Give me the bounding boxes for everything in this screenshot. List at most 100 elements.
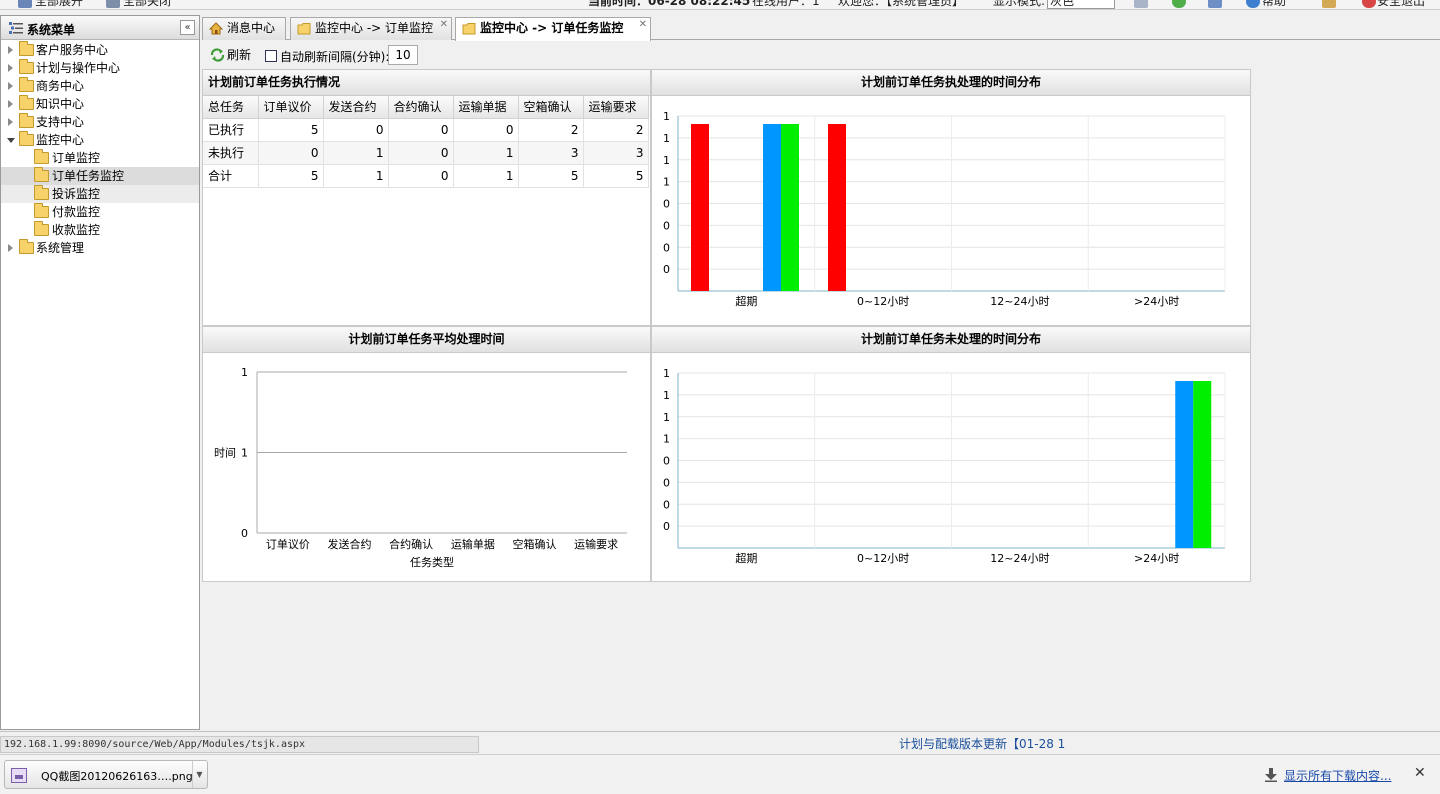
- table-cell: 5: [518, 164, 584, 188]
- tab-order-task-monitor[interactable]: 监控中心 -> 订单任务监控 ✕: [455, 17, 651, 41]
- top-toolbar: 全部展开 全部关闭 当前时间：06-28 08:22:45 在线用户：1 欢迎您…: [0, 0, 1440, 10]
- sidebar-item-system-admin[interactable]: 系统管理: [1, 239, 199, 257]
- x-tick-label: 12~24小时: [990, 552, 1049, 565]
- column-header: 合约确认: [388, 96, 454, 119]
- display-mode-select[interactable]: 灰色: [1047, 0, 1115, 9]
- folder-icon: [19, 95, 34, 110]
- y-tick-label: 1: [663, 132, 670, 145]
- folder-icon: [34, 149, 49, 164]
- sidebar-item-customer-service[interactable]: 客户服务中心: [1, 41, 199, 59]
- sidebar-item-planning[interactable]: 计划与操作中心: [1, 59, 199, 77]
- sidebar-item-label: 支持中心: [36, 115, 85, 129]
- processed-distribution-chart: 1 1 1 1 0 0 0 0 超期 0~12小时 12~24小时 >24小时: [663, 110, 1226, 308]
- bar: [763, 124, 781, 291]
- table-cell: 2: [518, 118, 584, 142]
- expand-arrow-icon[interactable]: [8, 82, 13, 90]
- favorite-icon[interactable]: [1134, 0, 1148, 8]
- download-filename: QQ截图20120626163….png: [41, 770, 193, 783]
- column-header: 发送合约: [323, 96, 389, 119]
- bar: [1175, 381, 1194, 548]
- y-axis-title: 时间: [214, 447, 236, 460]
- logout-icon[interactable]: [1362, 0, 1376, 8]
- x-tick-label: 运输要求: [574, 537, 618, 551]
- refresh-interval-input[interactable]: 10: [388, 45, 418, 65]
- sidebar-item-complaint-monitor[interactable]: 投诉监控: [1, 185, 199, 203]
- sidebar-item-support[interactable]: 支持中心: [1, 113, 199, 131]
- download-item[interactable]: QQ截图20120626163….png ▼: [4, 760, 208, 789]
- auto-refresh-checkbox[interactable]: [265, 50, 277, 62]
- table-cell: 0: [453, 118, 519, 142]
- expand-all-icon[interactable]: [18, 0, 32, 8]
- bar: [1193, 381, 1212, 548]
- table-row[interactable]: 已执行 5 0 0 0 2 2: [203, 118, 649, 142]
- sidebar-item-business[interactable]: 商务中心: [1, 77, 199, 95]
- y-tick-label: 1: [241, 366, 248, 379]
- y-tick-label: 0: [241, 527, 248, 540]
- x-tick-label: 超期: [735, 294, 757, 308]
- tab-close-icon[interactable]: ✕: [440, 14, 448, 35]
- close-download-bar-button[interactable]: ✕: [1414, 765, 1426, 781]
- current-time: 当前时间：06-28 08:22:45: [588, 0, 751, 8]
- notes-icon[interactable]: [1322, 0, 1336, 8]
- table-cell: 0: [258, 141, 324, 165]
- sidebar-item-knowledge[interactable]: 知识中心: [1, 95, 199, 113]
- expand-arrow-icon[interactable]: [8, 118, 13, 126]
- table-row[interactable]: 合计 5 1 0 1 5 5: [203, 164, 649, 188]
- logout-button[interactable]: 安全退出: [1377, 0, 1425, 8]
- sidebar-item-label: 监控中心: [36, 133, 85, 147]
- collapse-all-icon[interactable]: [106, 0, 120, 8]
- processed-distribution-panel: 计划前订单任务执处理的时间分布 1 1 1 1 0 0 0 0 超期 0~12小时 12~24小时 >…: [651, 69, 1251, 326]
- column-header: 空箱确认: [518, 96, 584, 119]
- auto-refresh-label: 自动刷新间隔(分钟):: [280, 50, 390, 64]
- sidebar-item-payment-monitor[interactable]: 付款监控: [1, 203, 199, 221]
- folder-icon: [297, 23, 311, 35]
- expand-arrow-icon[interactable]: [8, 64, 13, 72]
- sidebar-item-order-task-monitor[interactable]: 订单任务监控: [1, 167, 199, 185]
- table-cell: 3: [518, 141, 584, 165]
- table-cell: 0: [388, 118, 454, 142]
- folder-icon: [462, 23, 476, 35]
- refresh-icon[interactable]: [1172, 0, 1186, 8]
- task-status-table: 总任务 订单议价 发送合约 合约确认 运输单据 空箱确认 运输要求 已执行 5 …: [203, 96, 649, 188]
- table-row[interactable]: 未执行 0 1 0 1 3 3: [203, 141, 649, 165]
- help-icon[interactable]: [1246, 0, 1260, 8]
- expand-all-button[interactable]: 全部展开: [35, 0, 83, 8]
- sidebar-item-label: 投诉监控: [52, 187, 101, 201]
- expand-arrow-icon[interactable]: [8, 244, 13, 252]
- y-tick-label: 0: [663, 198, 670, 211]
- expand-arrow-icon[interactable]: [8, 100, 13, 108]
- y-tick-label: 0: [663, 263, 670, 276]
- sidebar-collapse-button[interactable]: «: [180, 20, 195, 35]
- table-cell: 5: [258, 118, 324, 142]
- y-tick-label: 0: [663, 455, 670, 468]
- announcement-marquee[interactable]: 计划与配载版本更新【01-28 1: [899, 735, 1065, 752]
- tools-icon[interactable]: [1208, 0, 1222, 8]
- show-all-downloads-link[interactable]: 显示所有下载内容...: [1284, 767, 1391, 784]
- help-button[interactable]: 帮助: [1262, 0, 1286, 8]
- tab-message-center[interactable]: 消息中心: [202, 17, 286, 40]
- chevron-down-icon[interactable]: ▼: [192, 761, 206, 788]
- tab-close-icon[interactable]: ✕: [639, 14, 647, 35]
- y-tick-label: 1: [663, 433, 670, 446]
- tab-order-monitor[interactable]: 监控中心 -> 订单监控 ✕: [290, 17, 452, 40]
- sidebar-item-order-monitor[interactable]: 订单监控: [1, 149, 199, 167]
- refresh-label: 刷新: [227, 48, 252, 62]
- y-tick-label: 1: [663, 154, 670, 167]
- home-icon: [209, 22, 223, 35]
- y-tick-label: 0: [663, 476, 670, 489]
- sidebar-item-monitoring[interactable]: 监控中心: [1, 131, 199, 149]
- x-tick-label: >24小时: [1134, 295, 1179, 308]
- folder-icon: [19, 77, 34, 92]
- folder-icon: [19, 41, 34, 56]
- sidebar-item-label: 计划与操作中心: [36, 61, 121, 75]
- y-tick-label: 1: [663, 176, 670, 189]
- sidebar: 系统菜单 « 客户服务中心 计划与操作中心 商务中心 知识中心 支持中心 监控中…: [0, 15, 200, 730]
- sidebar-item-receipt-monitor[interactable]: 收款监控: [1, 221, 199, 239]
- expand-arrow-icon[interactable]: [8, 46, 13, 54]
- x-tick-label: >24小时: [1134, 552, 1179, 565]
- collapse-all-button[interactable]: 全部关闭: [123, 0, 171, 8]
- collapse-arrow-icon[interactable]: [7, 138, 15, 143]
- average-time-panel: 计划前订单任务平均处理时间 1 1 0 时间 订单议价 发送合约 合约确认 运输单据 空箱确认 运…: [202, 326, 651, 582]
- refresh-icon: [210, 48, 225, 62]
- table-cell: 合计: [203, 164, 259, 188]
